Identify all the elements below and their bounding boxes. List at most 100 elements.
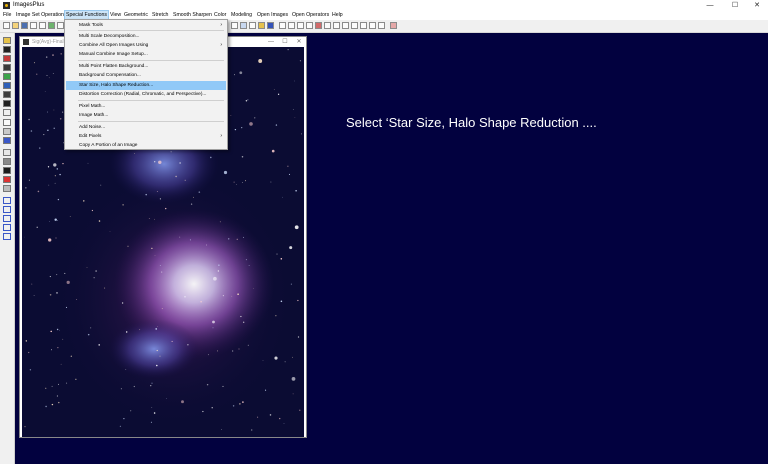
menu-item-label: Pixel Math...	[79, 104, 106, 109]
undo-tool-icon[interactable]	[3, 224, 11, 231]
split-icon[interactable]	[360, 22, 367, 29]
menu-view[interactable]: View	[109, 11, 122, 19]
brush-icon[interactable]	[3, 73, 11, 80]
fill-icon[interactable]	[3, 100, 11, 107]
color-swatch-icon[interactable]	[3, 55, 11, 62]
star	[232, 405, 235, 407]
image-close-button[interactable]: ✕	[292, 37, 306, 47]
layout-icon[interactable]	[369, 22, 376, 29]
crop-tool-icon[interactable]	[3, 64, 11, 71]
star	[175, 175, 177, 178]
star	[48, 184, 50, 186]
maximize-button[interactable]: ☐	[724, 0, 746, 11]
star	[30, 130, 33, 132]
star	[212, 327, 214, 329]
select-icon[interactable]	[3, 37, 11, 44]
undo-icon[interactable]	[57, 22, 64, 29]
move-icon[interactable]	[3, 46, 11, 53]
zoom-in-icon[interactable]	[279, 22, 286, 29]
menu-item-edit-pixels[interactable]: Edit Pixels ›	[66, 132, 226, 141]
menu-help[interactable]: Help	[331, 11, 344, 19]
close-button[interactable]: ✕	[746, 0, 768, 11]
gradient-icon[interactable]	[3, 128, 11, 135]
menu-special-functions[interactable]: Special Functions	[64, 10, 109, 20]
menu-item-copy-a-portion-of-an-image[interactable]: Copy A Portion of an Image	[66, 141, 226, 150]
minimize-button[interactable]: —	[699, 0, 721, 11]
star	[299, 409, 301, 411]
menu-color[interactable]: Color	[213, 11, 227, 19]
menu-item-combine-all-open-images-using[interactable]: Combine All Open Images Using ›	[66, 41, 226, 50]
arrow-icon[interactable]	[3, 137, 11, 144]
levels-icon[interactable]	[3, 167, 11, 174]
star	[54, 218, 57, 221]
copy-icon[interactable]	[39, 22, 46, 29]
zoom-out-icon[interactable]	[288, 22, 295, 29]
redo-tool-icon[interactable]	[3, 233, 11, 240]
menu-item-label: Combine All Open Images Using	[79, 43, 149, 48]
star	[153, 412, 156, 414]
compare-icon[interactable]	[324, 22, 331, 29]
menu-geometric[interactable]: Geometric	[123, 11, 149, 19]
menu-item-star-size-halo-shape-reduction[interactable]: Star Size, Halo Shape Reduction...	[66, 81, 226, 90]
grid-icon[interactable]	[231, 22, 238, 29]
star	[125, 369, 127, 370]
info-icon[interactable]	[378, 22, 385, 29]
crop-icon[interactable]	[249, 22, 256, 29]
rotate-icon[interactable]	[258, 22, 265, 29]
menu-item-image-math[interactable]: Image Math...	[66, 111, 226, 120]
stop-icon[interactable]	[3, 176, 11, 183]
text-tool-icon[interactable]	[3, 109, 11, 116]
star	[283, 423, 285, 424]
star	[86, 266, 88, 268]
menu-item-mask-tools[interactable]: Mask Tools ›	[66, 21, 226, 30]
menu-stretch[interactable]: Stretch	[151, 11, 169, 19]
histogram-icon[interactable]	[240, 22, 247, 29]
paste-icon[interactable]	[48, 22, 55, 29]
star	[53, 163, 57, 167]
menu-item-multi-scale-decomposition[interactable]: Multi Scale Decomposition...	[66, 32, 226, 41]
settings-icon[interactable]	[390, 22, 397, 29]
menu-open-operators[interactable]: Open Operators	[291, 11, 330, 19]
eraser-icon[interactable]	[3, 82, 11, 89]
instruction-caption: Select ‘Star Size, Halo Shape Reduction …	[346, 115, 597, 130]
star	[223, 170, 228, 175]
menu-item-manual-combine-image-setup[interactable]: Manual Combine Image Setup...	[66, 50, 226, 59]
menu-open-images[interactable]: Open Images	[256, 11, 289, 19]
pan-icon[interactable]	[3, 197, 11, 204]
right-arrow-icon[interactable]	[3, 215, 11, 222]
zoom-fit-icon[interactable]	[297, 22, 304, 29]
tile-icon[interactable]	[342, 22, 349, 29]
star	[237, 293, 239, 295]
print-icon[interactable]	[30, 22, 37, 29]
menu-item-label: Background Compensation...	[79, 73, 141, 78]
color-icon[interactable]	[267, 22, 274, 29]
menu-item-pixel-math[interactable]: Pixel Math...	[66, 102, 226, 111]
histogram-tool-icon[interactable]	[3, 149, 11, 156]
cascade-icon[interactable]	[351, 22, 358, 29]
window-icon[interactable]	[333, 22, 340, 29]
menu-image-set-operations[interactable]: Image Set Operations	[15, 11, 67, 19]
measure-icon[interactable]	[3, 185, 11, 192]
new-file-icon[interactable]	[3, 22, 10, 29]
image-minimize-button[interactable]: —	[264, 37, 278, 47]
curves-icon[interactable]	[3, 158, 11, 165]
rotate-tool-icon[interactable]	[3, 119, 11, 126]
submenu-arrow-icon: ›	[220, 133, 222, 139]
image-maximize-button[interactable]: ☐	[278, 37, 292, 47]
menu-smooth-sharpen[interactable]: Smooth Sharpen	[172, 11, 213, 19]
menu-file[interactable]: File	[2, 11, 12, 19]
menu-item-background-compensation[interactable]: Background Compensation...	[66, 71, 226, 80]
mask-icon[interactable]	[315, 22, 322, 29]
save-icon[interactable]	[21, 22, 28, 29]
menu-modeling[interactable]: Modeling	[230, 11, 253, 19]
menu-item-multi-point-flatten-background[interactable]: Multi Point Flatten Background...	[66, 62, 226, 71]
eyedropper-icon[interactable]	[3, 91, 11, 98]
menu-item-distortion-correction-radial-chromatic-and-perspective[interactable]: Distortion Correction (Radial, Chromatic…	[66, 90, 226, 99]
star	[145, 193, 147, 196]
menu-item-add-noise[interactable]: Add Noise...	[66, 123, 226, 132]
up-arrow-icon[interactable]	[3, 206, 11, 213]
open-folder-icon[interactable]	[12, 22, 19, 29]
zoom-actual-icon[interactable]	[306, 22, 313, 29]
menu-item-label: Multi Point Flatten Background...	[79, 64, 149, 69]
star	[98, 220, 101, 222]
